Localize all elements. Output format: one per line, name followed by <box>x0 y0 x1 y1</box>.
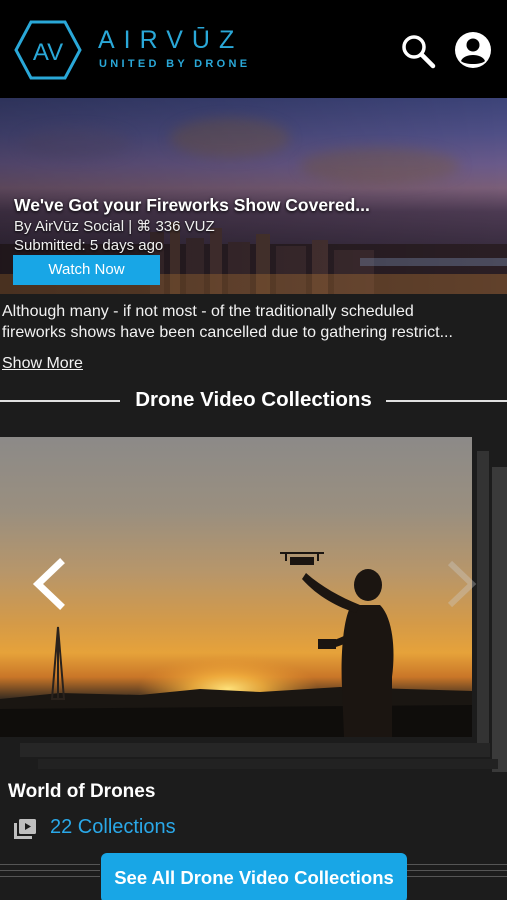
brand-name: AIRVŪZ <box>98 26 244 54</box>
section-title: Drone Video Collections <box>0 388 507 412</box>
description-line: fireworks shows have been cancelled due … <box>2 324 453 341</box>
hero-author-meta: By AirVūz Social | ⌘ 336 VUZ <box>14 218 215 235</box>
collections-section-header: Drone Video Collections <box>0 386 507 416</box>
divider <box>0 876 100 877</box>
chevron-left-icon[interactable] <box>30 557 70 611</box>
see-all-collections-button[interactable]: See All Drone Video Collections <box>101 853 407 900</box>
hero-description: Although many - if not most - of the tra… <box>2 301 505 343</box>
stack-card <box>38 759 498 769</box>
hero-title[interactable]: We've Got your Fireworks Show Covered... <box>14 195 370 216</box>
app-header: AV AIRVŪZ UNITED BY DRONE <box>0 0 507 98</box>
description-line: Although many - if not most - of the tra… <box>2 303 414 320</box>
search-icon[interactable] <box>400 33 436 69</box>
divider <box>407 864 507 865</box>
video-library-icon <box>14 819 36 839</box>
logo-mark-text: AV <box>33 39 63 66</box>
stack-card <box>492 467 507 772</box>
divider <box>407 876 507 877</box>
brand-tagline: UNITED BY DRONE <box>99 58 251 70</box>
divider <box>407 870 507 871</box>
hero-submitted-date: Submitted: 5 days ago <box>14 237 164 254</box>
collections-count[interactable]: 22 Collections <box>50 816 176 839</box>
account-icon[interactable] <box>454 31 492 69</box>
collection-title[interactable]: World of Drones <box>8 781 155 803</box>
chevron-right-icon[interactable] <box>440 557 480 611</box>
collections-carousel[interactable] <box>0 437 507 772</box>
section-title-text: Drone Video Collections <box>128 388 379 411</box>
watch-now-button[interactable]: Watch Now <box>13 255 160 285</box>
divider <box>0 870 100 871</box>
divider <box>0 864 100 865</box>
stack-card <box>20 743 490 757</box>
drone-silhouette-image <box>0 552 472 737</box>
show-more-link[interactable]: Show More <box>2 355 83 373</box>
featured-hero[interactable]: We've Got your Fireworks Show Covered...… <box>0 98 507 294</box>
collection-slide-image[interactable] <box>0 437 472 737</box>
airvuz-logo-icon[interactable]: AV <box>14 20 82 80</box>
